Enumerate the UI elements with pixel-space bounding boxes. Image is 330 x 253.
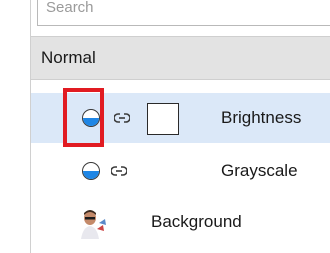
layer-name[interactable]: Brightness	[221, 108, 301, 128]
blend-mode-dropdown[interactable]: Normal	[31, 36, 330, 80]
visibility-icon[interactable]	[82, 162, 100, 180]
link-icon[interactable]	[111, 165, 127, 177]
highlight-annotation	[63, 88, 104, 147]
search-placeholder: Search	[46, 0, 94, 16]
layer-row-grayscale[interactable]: Grayscale	[31, 148, 330, 198]
blend-mode-label: Normal	[41, 48, 96, 67]
link-icon[interactable]	[114, 112, 130, 124]
layer-name[interactable]: Background	[151, 212, 242, 232]
layer-name[interactable]: Grayscale	[221, 161, 298, 181]
person-photo-thumbnail[interactable]	[79, 209, 107, 239]
layer-row-background[interactable]: Background	[31, 199, 330, 249]
layer-thumbnail-white[interactable]	[147, 103, 179, 135]
layer-search-input[interactable]: Search	[37, 0, 330, 26]
